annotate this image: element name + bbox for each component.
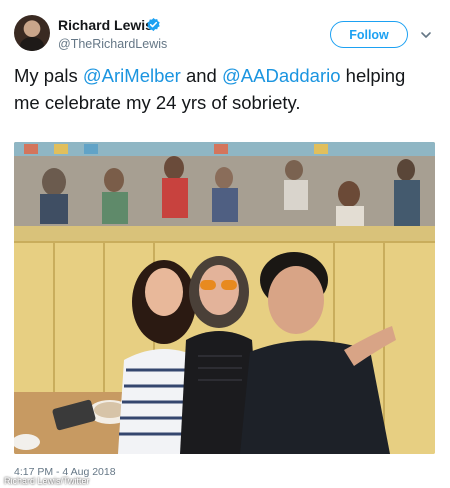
- account-handle[interactable]: @TheRichardLewis: [58, 37, 167, 51]
- mention-link[interactable]: @AriMelber: [83, 65, 181, 86]
- chevron-down-icon[interactable]: [420, 29, 432, 41]
- tweet-card: Richard Lewis @TheRichardLewis Follow My…: [0, 0, 450, 488]
- restaurant-photo-image: [14, 142, 435, 454]
- mention-link[interactable]: @AADaddario: [222, 65, 341, 86]
- display-name[interactable]: Richard Lewis: [58, 17, 153, 33]
- avatar[interactable]: [14, 15, 50, 51]
- verified-badge-icon: [147, 17, 160, 32]
- tweet-text-part: and: [180, 65, 222, 86]
- follow-button[interactable]: Follow: [330, 21, 408, 48]
- tweet-photo[interactable]: [14, 142, 435, 454]
- photo-credit-watermark: Richard Lewis/Twitter: [4, 476, 90, 486]
- tweet-text: My pals @AriMelber and @AADaddario helpi…: [14, 62, 434, 116]
- tweet-text-part: My pals: [14, 65, 83, 86]
